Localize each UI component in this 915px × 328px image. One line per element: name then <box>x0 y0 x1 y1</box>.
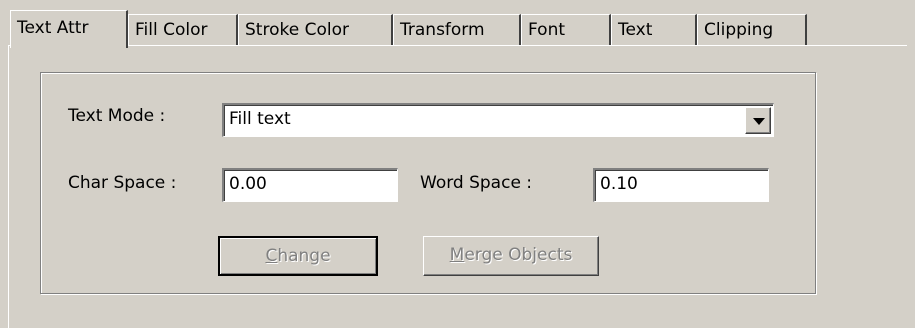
chevron-down-icon <box>753 118 765 125</box>
word-space-label: Word Space : <box>420 173 533 193</box>
tab-clipping[interactable]: Clipping <box>697 14 807 46</box>
change-label: hange <box>277 246 331 266</box>
tab-label: Transform <box>400 20 485 40</box>
merge-label: erge Objects <box>464 245 573 265</box>
tab-label: Font <box>528 20 566 40</box>
tab-fill-color[interactable]: Fill Color <box>128 14 238 46</box>
tab-label: Clipping <box>704 20 774 40</box>
merge-mnemonic: M <box>449 245 465 265</box>
text-mode-value: Fill text <box>229 109 291 129</box>
text-mode-select[interactable]: Fill text <box>222 103 774 137</box>
tab-label: Stroke Color <box>245 20 349 40</box>
change-mnemonic: C <box>265 246 278 266</box>
char-space-label: Char Space : <box>68 173 177 193</box>
tab-label: Text <box>618 20 653 40</box>
tab-transform[interactable]: Transform <box>393 14 521 46</box>
dropdown-button[interactable] <box>745 107 771 134</box>
word-space-value: 0.10 <box>600 174 638 194</box>
tab-page-border <box>8 45 907 46</box>
tab-label: Text Attr <box>17 18 89 38</box>
text-mode-label: Text Mode : <box>68 106 166 126</box>
tab-text-attr[interactable]: Text Attr <box>10 10 128 48</box>
word-space-input[interactable]: 0.10 <box>593 168 769 202</box>
char-space-value: 0.00 <box>229 174 267 194</box>
char-space-input[interactable]: 0.00 <box>222 168 398 202</box>
merge-objects-button[interactable]: Merge Objects <box>423 236 599 276</box>
change-button[interactable]: Change <box>218 236 378 276</box>
properties-panel: Text Attr Fill Color Stroke Color Transf… <box>0 0 915 328</box>
tab-text[interactable]: Text <box>611 14 697 46</box>
tab-label: Fill Color <box>135 20 208 40</box>
tab-stroke-color[interactable]: Stroke Color <box>238 14 393 46</box>
tab-font[interactable]: Font <box>521 14 611 46</box>
tab-page-left-border <box>8 45 9 328</box>
